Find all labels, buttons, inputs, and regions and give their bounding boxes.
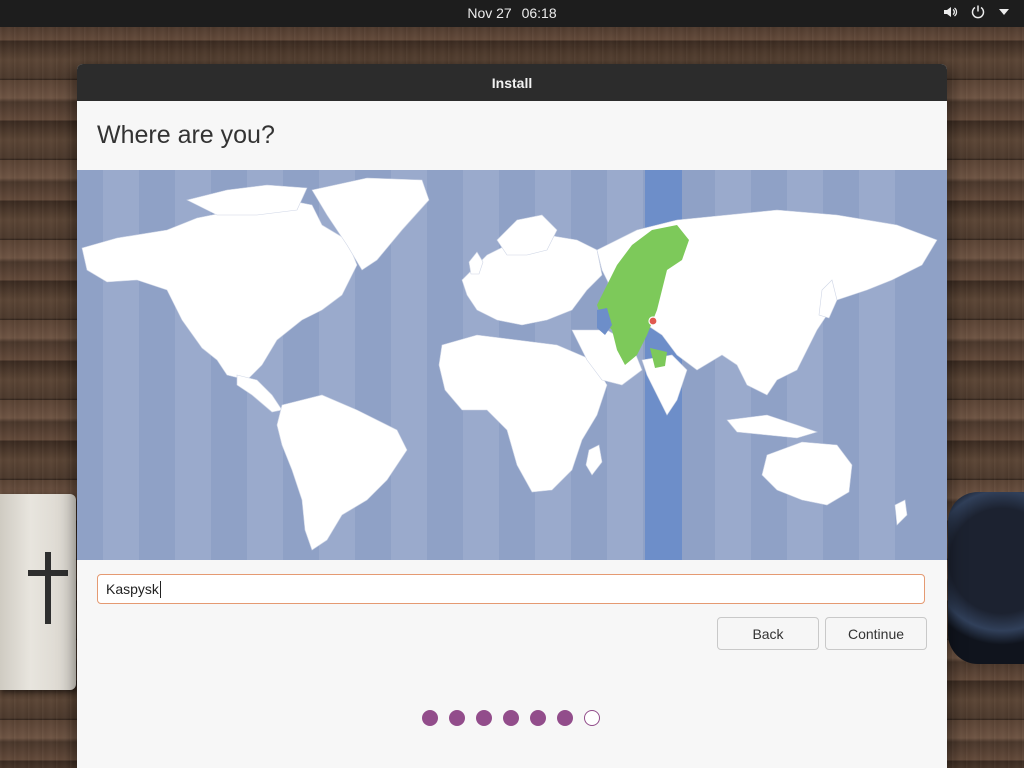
window-title: Install xyxy=(491,74,533,91)
desktop-decoration-mug xyxy=(948,492,1024,664)
continue-button[interactable]: Continue xyxy=(825,617,927,650)
back-button-label: Back xyxy=(752,625,784,642)
back-button[interactable]: Back xyxy=(717,617,819,650)
location-search-value: Kaspysk xyxy=(106,581,159,597)
progress-dot-complete xyxy=(557,710,573,726)
continue-button-label: Continue xyxy=(847,625,905,642)
location-search-input[interactable]: Kaspysk xyxy=(97,574,925,604)
page-header: Where are you? xyxy=(77,101,947,169)
progress-dot-complete xyxy=(449,710,465,726)
progress-dot-complete xyxy=(476,710,492,726)
menu-arrow-icon xyxy=(998,7,1010,17)
installer-window: Install Where are you? Kaspysk Back Cont… xyxy=(77,64,947,768)
clock-date: Nov 27 xyxy=(467,5,512,21)
location-pin-icon xyxy=(648,316,658,326)
progress-dots xyxy=(422,710,600,726)
clock[interactable]: Nov 27 06:18 xyxy=(0,5,1024,21)
progress-dot-complete xyxy=(422,710,438,726)
window-titlebar[interactable]: Install xyxy=(77,64,947,101)
page-title: Where are you? xyxy=(97,121,275,149)
system-menu[interactable] xyxy=(942,4,1010,20)
power-icon xyxy=(970,4,986,20)
volume-icon xyxy=(942,4,958,20)
text-caret xyxy=(159,580,161,598)
progress-dot-current xyxy=(584,710,600,726)
progress-dot-complete xyxy=(503,710,519,726)
timezone-map[interactable] xyxy=(77,170,947,560)
top-bar: Nov 27 06:18 xyxy=(0,0,1024,27)
clock-time: 06:18 xyxy=(521,5,557,21)
progress-dot-complete xyxy=(530,710,546,726)
desktop-decoration-cross xyxy=(0,494,76,690)
